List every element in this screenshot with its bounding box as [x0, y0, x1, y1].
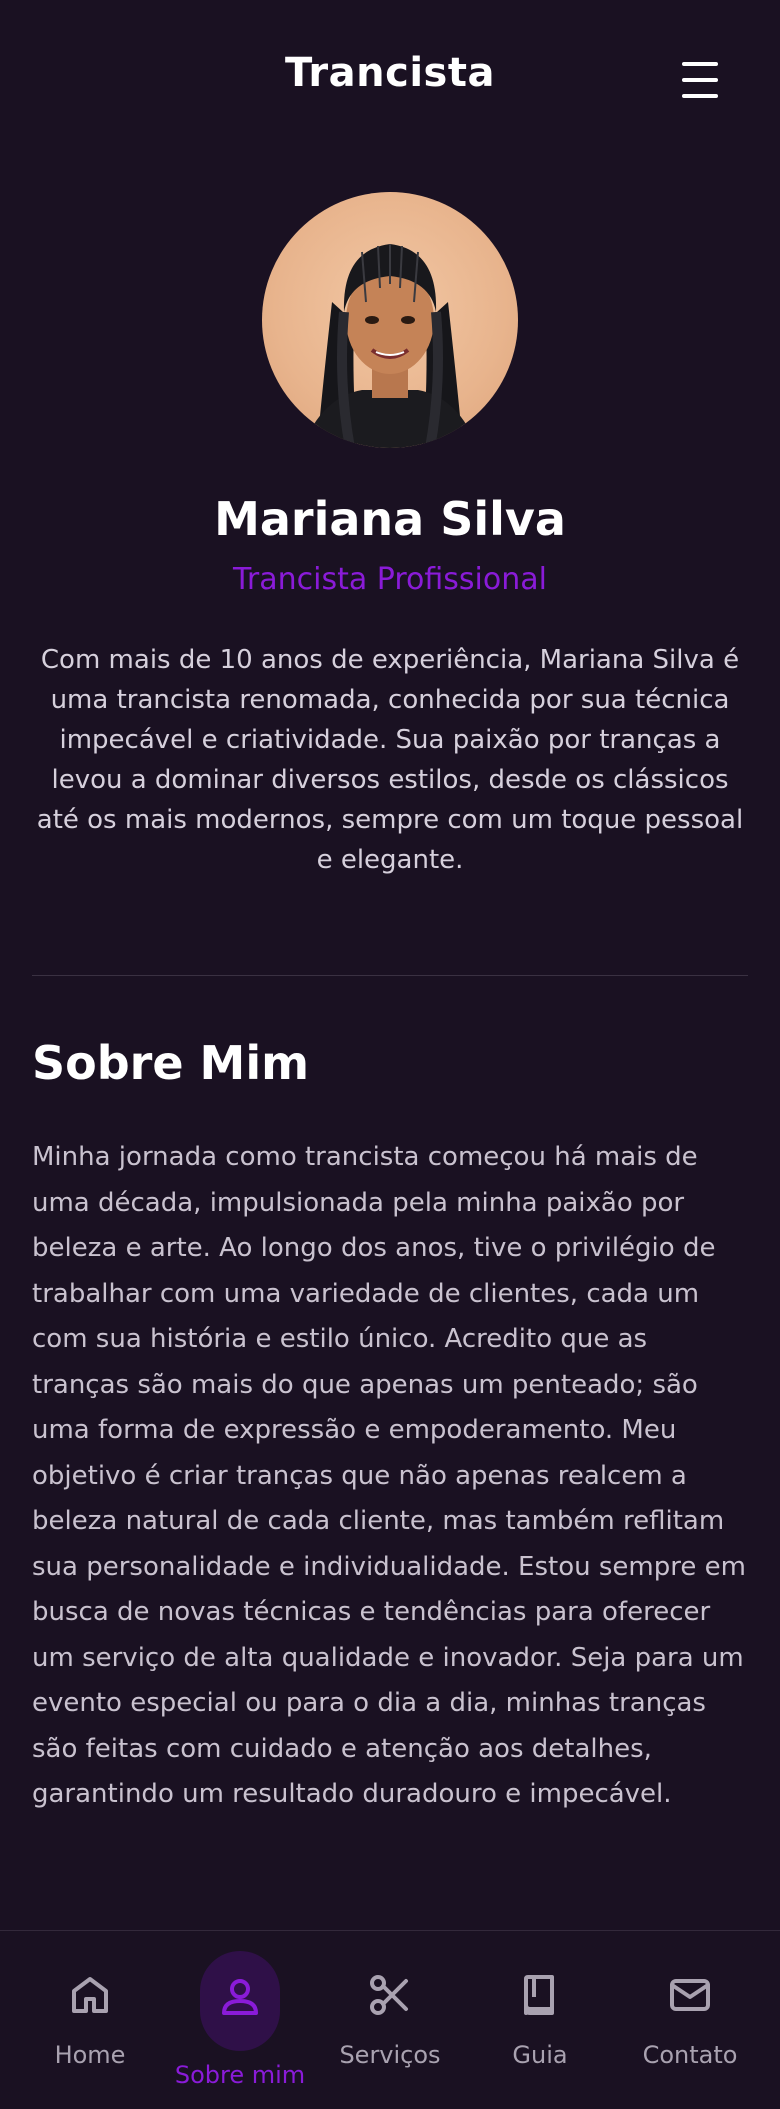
- about-section-title: Sobre Mim: [32, 1036, 310, 1090]
- nav-item-contato[interactable]: Contato: [612, 1931, 768, 2109]
- nav-item-guia[interactable]: Guia: [462, 1931, 618, 2109]
- person-icon: [222, 1979, 258, 2015]
- nav-item-label: Contato: [642, 2041, 738, 2069]
- nav-item-label: Home: [54, 2041, 126, 2069]
- avatar-illustration: [302, 244, 478, 448]
- nav-item-servicos[interactable]: Serviços: [312, 1931, 468, 2109]
- profile-intro: Com mais de 10 anos de experiência, Mari…: [36, 645, 744, 875]
- nav-item-label: Sobre mim: [174, 2061, 306, 2089]
- nav-item-home[interactable]: Home: [12, 1931, 168, 2109]
- profile-avatar: [262, 192, 518, 448]
- hamburger-icon: [682, 62, 718, 66]
- home-icon: [72, 1977, 108, 2013]
- app-title: Trancista: [285, 50, 495, 96]
- about-section-text: Minha jornada como trancista começou há …: [32, 1142, 746, 1809]
- nav-item-label: Serviços: [339, 2041, 441, 2069]
- mail-icon: [670, 1979, 710, 2011]
- section-divider: [32, 975, 748, 976]
- nav-item-label: Guia: [512, 2041, 568, 2069]
- bottom-navigation: Home Sobre mim Serviços Guia Contato: [0, 1930, 780, 2109]
- top-app-bar: Trancista: [0, 0, 780, 156]
- menu-button[interactable]: [670, 62, 730, 98]
- scissors-icon: [370, 1975, 408, 2015]
- profile-name: Mariana Silva: [214, 492, 566, 546]
- book-icon: [524, 1975, 554, 2015]
- profile-role: Trancista Profissional: [233, 562, 547, 597]
- nav-item-sobre-mim[interactable]: Sobre mim: [162, 1931, 318, 2109]
